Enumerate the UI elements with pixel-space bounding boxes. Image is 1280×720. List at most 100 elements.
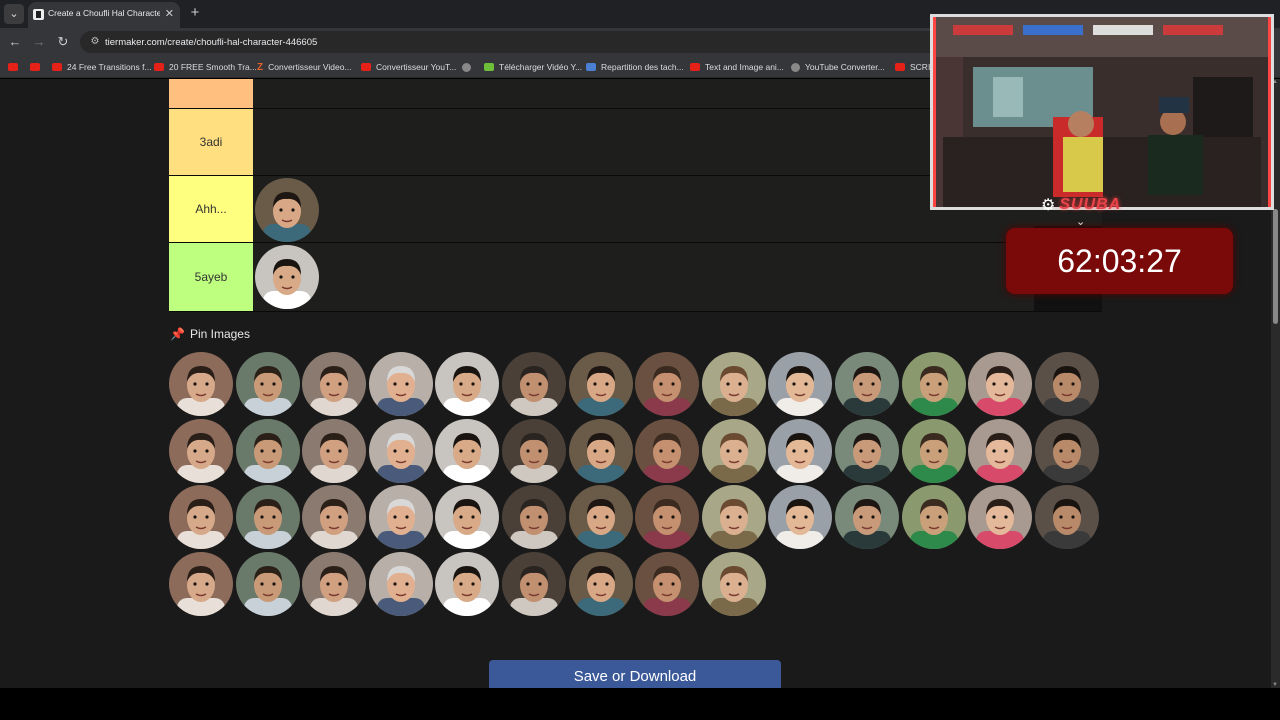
stream-logo: ⚙ SUUBA bbox=[1041, 195, 1121, 215]
webcam-image bbox=[933, 17, 1271, 207]
character-image[interactable] bbox=[302, 418, 367, 483]
youtube-icon bbox=[30, 63, 40, 71]
save-or-download-button[interactable]: Save or Download bbox=[489, 660, 781, 688]
character-image[interactable] bbox=[1034, 352, 1099, 416]
character-image[interactable] bbox=[568, 551, 633, 616]
youtube-icon bbox=[8, 63, 18, 71]
character-image[interactable] bbox=[169, 551, 233, 616]
character-image[interactable] bbox=[768, 485, 833, 549]
character-image[interactable] bbox=[901, 418, 966, 483]
tier-label[interactable]: Ahh... bbox=[169, 176, 253, 242]
character-image[interactable] bbox=[435, 551, 500, 616]
character-image[interactable] bbox=[968, 352, 1033, 416]
character-image[interactable] bbox=[701, 352, 766, 416]
bookmark-label: 20 FREE Smooth Tra... bbox=[169, 62, 257, 72]
character-image[interactable] bbox=[1034, 418, 1099, 483]
character-image[interactable] bbox=[1034, 485, 1099, 549]
character-image[interactable] bbox=[169, 485, 233, 549]
character-image[interactable] bbox=[701, 418, 766, 483]
character-image[interactable] bbox=[368, 418, 433, 483]
tier-items[interactable] bbox=[253, 243, 1102, 311]
address-bar[interactable]: ⚙ tiermaker.com/create/choufli-hal-chara… bbox=[80, 31, 960, 53]
bookmark-item[interactable]: Repartition des tach... bbox=[586, 60, 684, 74]
character-image[interactable] bbox=[901, 352, 966, 416]
character-image[interactable] bbox=[169, 352, 233, 416]
character-image[interactable] bbox=[568, 418, 633, 483]
bookmark-item[interactable]: SCRI bbox=[895, 60, 930, 74]
webcam-overlay bbox=[930, 14, 1274, 210]
character-image[interactable] bbox=[368, 485, 433, 549]
character-image[interactable] bbox=[701, 485, 766, 549]
bookmark-label: Text and Image ani... bbox=[705, 62, 784, 72]
tab-search-button[interactable]: ⌄ bbox=[4, 4, 24, 24]
character-image[interactable] bbox=[901, 485, 966, 549]
url-text[interactable]: tiermaker.com/create/choufli-hal-charact… bbox=[105, 37, 317, 48]
bottom-black-bar bbox=[0, 688, 1280, 720]
character-image[interactable] bbox=[435, 485, 500, 549]
character-image[interactable] bbox=[235, 551, 300, 616]
site-info-icon[interactable]: ⚙ bbox=[88, 35, 102, 49]
bookmark-item[interactable]: Convertisseur YouT... bbox=[361, 60, 456, 74]
logo-text: SUUBA bbox=[1059, 196, 1122, 213]
character-image[interactable] bbox=[302, 551, 367, 616]
character-image[interactable] bbox=[169, 418, 233, 483]
pin-images-title: Pin Images bbox=[189, 327, 250, 341]
bookmark-item[interactable]: Z Convertisseur Video... bbox=[257, 60, 352, 74]
tier-label[interactable]: 3adi bbox=[169, 109, 253, 175]
character-image[interactable] bbox=[368, 352, 433, 416]
character-image[interactable] bbox=[368, 551, 433, 616]
character-image[interactable] bbox=[502, 551, 566, 616]
tier-row: 5ayeb bbox=[169, 243, 1102, 312]
youtube-icon bbox=[52, 63, 62, 71]
bookmark-item[interactable]: YouTube Converter... bbox=[791, 60, 885, 74]
character-image[interactable] bbox=[235, 418, 300, 483]
bookmark-label: SCRI bbox=[910, 62, 931, 72]
tier-label[interactable]: 5ayeb bbox=[169, 243, 253, 311]
character-image[interactable] bbox=[435, 352, 500, 416]
reload-icon[interactable]: ↻ bbox=[54, 33, 72, 51]
close-tab-icon[interactable]: ✕ bbox=[165, 7, 174, 20]
bookmark-item[interactable]: 20 FREE Smooth Tra... bbox=[154, 60, 257, 74]
character-image[interactable] bbox=[635, 352, 700, 416]
bookmark-item[interactable] bbox=[8, 60, 23, 74]
bookmark-item[interactable]: Télécharger Vidéo Y... bbox=[484, 60, 582, 74]
character-image[interactable] bbox=[768, 352, 833, 416]
character-image[interactable] bbox=[235, 485, 300, 549]
character-image[interactable] bbox=[635, 551, 700, 616]
character-image[interactable] bbox=[768, 418, 833, 483]
character-image[interactable] bbox=[302, 485, 367, 549]
youtube-icon bbox=[154, 63, 164, 71]
stream-timer: 62:03:27 bbox=[1006, 228, 1233, 294]
character-image[interactable] bbox=[835, 485, 899, 549]
character-image[interactable] bbox=[502, 418, 566, 483]
tier-label[interactable] bbox=[169, 79, 253, 108]
character-image[interactable] bbox=[835, 352, 899, 416]
new-tab-button[interactable]: + bbox=[186, 4, 204, 22]
bookmark-item[interactable] bbox=[462, 60, 476, 74]
character-image[interactable] bbox=[635, 418, 700, 483]
character-image[interactable] bbox=[635, 485, 700, 549]
character-image[interactable] bbox=[502, 352, 566, 416]
character-image[interactable] bbox=[502, 485, 566, 549]
active-tab[interactable]: Create a Choufli Hal Character Tier List… bbox=[28, 2, 180, 28]
character-image[interactable] bbox=[302, 352, 367, 416]
character-image[interactable] bbox=[968, 485, 1033, 549]
bookmark-item[interactable] bbox=[30, 60, 45, 74]
forward-icon[interactable]: → bbox=[30, 33, 48, 51]
bookmark-item[interactable]: Text and Image ani... bbox=[690, 60, 784, 74]
scrollbar-thumb[interactable] bbox=[1273, 209, 1278, 324]
character-image[interactable] bbox=[255, 245, 319, 309]
character-image[interactable] bbox=[835, 418, 899, 483]
character-image[interactable] bbox=[568, 485, 633, 549]
gear-icon: ⚙ bbox=[1041, 197, 1056, 214]
character-image[interactable] bbox=[255, 178, 319, 242]
character-image[interactable] bbox=[568, 352, 633, 416]
back-icon[interactable]: ← bbox=[6, 33, 24, 51]
character-image[interactable] bbox=[968, 418, 1033, 483]
bookmark-label: YouTube Converter... bbox=[805, 62, 885, 72]
bookmark-item[interactable]: 24 Free Transitions f... bbox=[52, 60, 152, 74]
character-image[interactable] bbox=[235, 352, 300, 416]
character-image[interactable] bbox=[701, 551, 766, 616]
youtube-icon bbox=[361, 63, 371, 71]
character-image[interactable] bbox=[435, 418, 500, 483]
